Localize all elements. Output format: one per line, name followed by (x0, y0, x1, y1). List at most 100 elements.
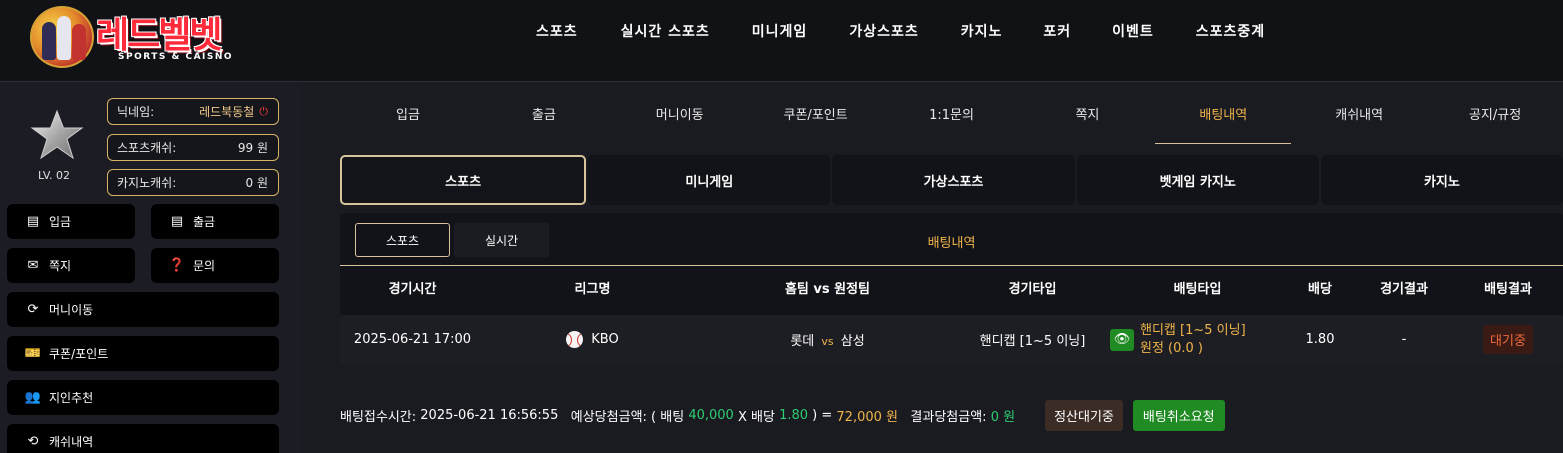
sports-cash-box: 스포츠캐쉬: 99 원 (107, 134, 279, 161)
tab-coupon-point[interactable]: 쿠폰/포인트 (748, 83, 884, 144)
vs-label: vs (821, 335, 834, 348)
table-header: 경기시간 리그명 홈팀 vs 원정팀 경기타입 배팅타입 배당 경기결과 배팅결… (340, 266, 1563, 308)
sidebar-deposit-label: 입금 (49, 215, 72, 229)
tab-notice-rules[interactable]: 공지/규정 (1427, 83, 1563, 144)
expected-label: 예상당첨금액: ( 배팅 (570, 409, 685, 425)
sub-tab-sports[interactable]: 스포츠 (355, 223, 450, 257)
sidebar-inquiry-button[interactable]: ❓ 문의 (151, 248, 279, 283)
money-stack-icon: ▤ (26, 214, 40, 229)
status-badge: 대기중 (1483, 325, 1533, 354)
money-stack-icon: ▤ (170, 214, 184, 229)
logo-subtitle: SPORTS & CAISNO (118, 52, 234, 62)
nickname-wrap: 레드북동철 ⏻ (199, 103, 268, 120)
settle-pending-button[interactable]: 정산대기중 (1045, 399, 1123, 431)
baseball-icon (566, 331, 584, 348)
category-tab-minigame[interactable]: 미니게임 (588, 155, 831, 205)
logo-badge-icon (30, 6, 94, 68)
result-label: 결과당첨금액: (910, 409, 987, 425)
sidebar-inquiry-label: 문의 (193, 259, 216, 273)
th-league: 리그명 (574, 281, 611, 297)
sidebar-referral-button[interactable]: 👥 지인추천 (7, 380, 279, 415)
nickname-value: 레드북동철 (199, 105, 255, 119)
casino-cash-label: 카지노캐쉬: (117, 176, 177, 190)
sidebar-coupon-button[interactable]: 🎫 쿠폰/포인트 (7, 336, 279, 371)
nav-sports-broadcast[interactable]: 스포츠중계 (1196, 21, 1265, 41)
sidebar-cash-history-button[interactable]: ⟲ 캐쉬내역 (7, 424, 279, 453)
user-level: LV. 02 (38, 169, 71, 182)
nav-casino[interactable]: 카지노 (961, 21, 1003, 41)
bet-type-line2: 원정 (0.0 ) (1140, 340, 1204, 356)
site-logo[interactable]: 레드벨벳 SPORTS & CAISNO (30, 6, 250, 68)
cell-game-result: - (1401, 332, 1407, 347)
sports-cash-value: 99 원 (237, 141, 268, 155)
th-game-type: 경기타입 (1008, 281, 1057, 297)
top-header: 레드벨벳 SPORTS & CAISNO 스포츠 실시간 스포츠 미니게임 가상… (0, 0, 1563, 82)
bet-summary: 배팅접수시간: 2025-06-21 16:56:55 예상당첨금액: ( 배팅… (340, 399, 1225, 431)
sidebar-money-move-button[interactable]: ⟳ 머니이동 (7, 292, 279, 327)
nickname-label: 닉네임: (117, 105, 155, 119)
nav-poker[interactable]: 포커 (1043, 21, 1071, 41)
sports-cash-label: 스포츠캐쉬: (117, 141, 177, 155)
betting-history-panel: 배팅내역 스포츠 실시간 경기시간 리그명 홈팀 vs 원정팀 경기타입 배팅타… (340, 213, 1563, 364)
bet-type-line1: 핸디캡 [1~5 이닝] (1140, 322, 1246, 338)
th-game-result: 경기결과 (1380, 281, 1428, 297)
category-tab-betgame-casino[interactable]: 벳게임 카지노 (1076, 155, 1319, 205)
nav-event[interactable]: 이벤트 (1112, 21, 1154, 41)
cell-league: KBO (485, 331, 700, 348)
nav-sports[interactable]: 스포츠 (536, 21, 578, 41)
received-label: 배팅접수시간: (340, 409, 417, 425)
sub-tab-live[interactable]: 실시간 (454, 223, 549, 257)
refresh-arrows-icon: ⟳ (27, 302, 39, 317)
sidebar-cash-history-label: 캐쉬내역 (49, 435, 94, 449)
th-bet-result: 배팅결과 (1484, 281, 1532, 297)
cell-game-time: 2025-06-21 17:00 (353, 332, 472, 347)
cell-bet-type: 👁 핸디캡 [1~5 이닝] 원정 (0.0 ) (1110, 322, 1285, 358)
tab-inquiry[interactable]: 1:1문의 (884, 83, 1020, 144)
tab-deposit[interactable]: 입금 (340, 83, 476, 144)
level-star-icon (30, 109, 84, 163)
tab-withdraw[interactable]: 출금 (476, 83, 612, 144)
sidebar-message-label: 쪽지 (49, 259, 72, 273)
eye-icon[interactable]: 👁 (1110, 328, 1134, 351)
coupon-icon: 🎫 (24, 346, 42, 361)
sidebar-deposit-button[interactable]: ▤ 입금 (7, 204, 135, 239)
sub-tabs: 스포츠 실시간 (355, 223, 549, 257)
nav-virtual-sports[interactable]: 가상스포츠 (849, 21, 918, 41)
sidebar: LV. 02 닉네임: 레드북동철 ⏻ 스포츠캐쉬: 99 원 카지노캐쉬: 0… (0, 83, 302, 453)
nav-minigame[interactable]: 미니게임 (752, 21, 808, 41)
logo-text: 레드벨벳 (96, 15, 222, 56)
sidebar-coupon-label: 쿠폰/포인트 (49, 347, 109, 361)
th-bet-type: 배팅타입 (1173, 281, 1222, 297)
tab-money-move[interactable]: 머니이동 (612, 83, 748, 144)
table-row: 2025-06-21 17:00 KBO 롯데 vs 삼성 핸디캡 [1~5 이… (340, 315, 1563, 364)
sidebar-withdraw-button[interactable]: ▤ 출금 (151, 204, 279, 239)
nav-live-sports[interactable]: 실시간 스포츠 (621, 21, 710, 41)
nickname-box: 닉네임: 레드북동철 ⏻ (107, 98, 279, 125)
sidebar-money-move-label: 머니이동 (49, 303, 94, 317)
main-nav: 스포츠 실시간 스포츠 미니게임 가상스포츠 카지노 포커 이벤트 스포츠중계 (536, 0, 1265, 62)
cell-odds: 1.80 (1305, 332, 1335, 347)
category-tabs: 스포츠 미니게임 가상스포츠 벳게임 카지노 카지노 (340, 155, 1563, 205)
league-name: KBO (591, 332, 619, 347)
result-amount: 0 원 (990, 409, 1016, 425)
th-odds: 배당 (1308, 281, 1332, 297)
logout-power-icon[interactable]: ⏻ (259, 105, 268, 119)
main-content: 입금 출금 머니이동 쿠폰/포인트 1:1문의 쪽지 배팅내역 캐쉬내역 공지/… (303, 83, 1563, 453)
tab-betting-history[interactable]: 배팅내역 (1155, 83, 1292, 144)
summary-odds: 1.80 (779, 407, 809, 423)
th-teams: 홈팀 vs 원정팀 (784, 281, 871, 297)
category-tab-virtual-sports[interactable]: 가상스포츠 (832, 155, 1075, 205)
stake-amount: 40,000 (688, 407, 734, 423)
tab-cash-history[interactable]: 캐쉬내역 (1291, 83, 1427, 144)
received-time: 2025-06-21 16:56:55 (420, 407, 559, 423)
expected-amount: 72,000 원 (836, 409, 898, 425)
cell-teams: 롯데 vs 삼성 (700, 330, 955, 349)
sidebar-message-button[interactable]: ✉ 쪽지 (7, 248, 135, 283)
casino-cash-box: 카지노캐쉬: 0 원 (107, 169, 279, 196)
tab-message[interactable]: 쪽지 (1019, 83, 1155, 144)
category-tab-sports[interactable]: 스포츠 (340, 155, 587, 205)
sidebar-withdraw-label: 출금 (193, 215, 216, 229)
category-tab-casino[interactable]: 카지노 (1320, 155, 1563, 205)
cancel-bet-request-button[interactable]: 배팅취소요청 (1132, 399, 1225, 431)
away-team: 삼성 (840, 334, 865, 349)
